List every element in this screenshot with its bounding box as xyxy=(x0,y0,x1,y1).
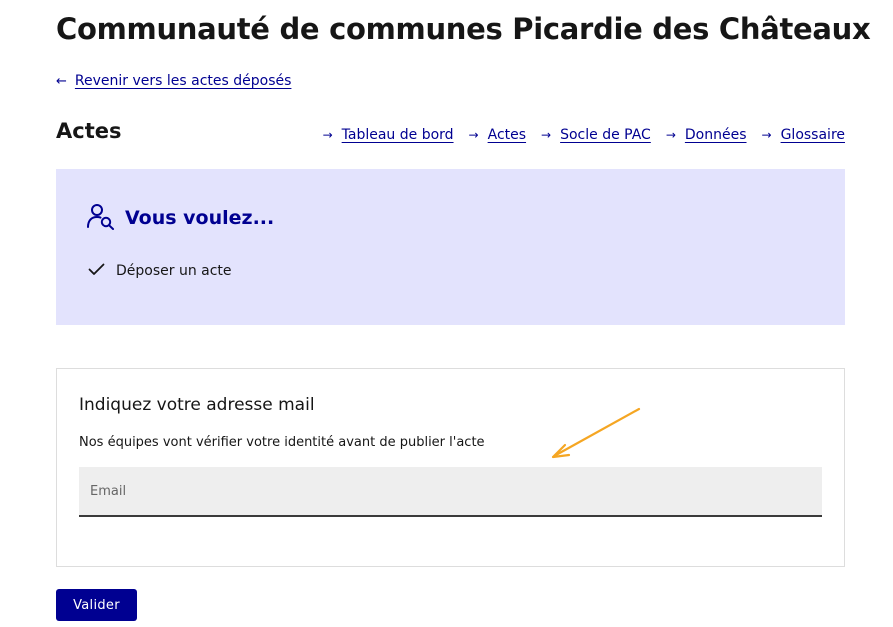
nav-link-label: Actes xyxy=(487,127,527,143)
nav-link-label: Socle de PAC xyxy=(560,127,651,143)
nav-link-actes[interactable]: → Actes xyxy=(469,127,527,143)
arrow-right-icon: → xyxy=(541,128,552,142)
back-link-label: Revenir vers les actes déposés xyxy=(74,73,292,89)
form-hint: Nos équipes vont vérifier votre identité… xyxy=(79,435,485,450)
callout-title: Vous voulez... xyxy=(125,207,275,229)
email-form-card: Indiquez votre adresse mail Nos équipes … xyxy=(56,368,845,567)
callout-item: Déposer un acte xyxy=(88,261,232,280)
page-title: Communauté de communes Picardie des Chât… xyxy=(56,12,871,46)
checkmark-icon xyxy=(88,261,105,280)
annotation-arrow-icon xyxy=(551,407,641,459)
back-link[interactable]: ← Revenir vers les actes déposés xyxy=(56,73,291,89)
nav-links: → Tableau de bord → Actes → Socle de PAC… xyxy=(323,127,845,143)
arrow-right-icon: → xyxy=(761,128,772,142)
intent-callout: Vous voulez... Déposer un acte xyxy=(56,169,845,325)
nav-link-tableau-de-bord[interactable]: → Tableau de bord xyxy=(323,127,454,143)
arrow-right-icon: → xyxy=(468,128,479,142)
arrow-left-icon: ← xyxy=(56,73,67,89)
arrow-right-icon: → xyxy=(665,128,676,142)
nav-link-label: Tableau de bord xyxy=(341,127,454,143)
section-title: Actes xyxy=(56,119,122,143)
nav-link-donnees[interactable]: → Données xyxy=(666,127,747,143)
nav-link-label: Glossaire xyxy=(780,127,845,143)
callout-header: Vous voulez... xyxy=(86,202,274,234)
arrow-right-icon: → xyxy=(322,128,333,142)
nav-link-glossaire[interactable]: → Glossaire xyxy=(762,127,845,143)
user-search-icon xyxy=(86,202,116,234)
nav-link-label: Données xyxy=(684,127,747,143)
callout-item-label: Déposer un acte xyxy=(116,262,232,279)
nav-link-socle-de-pac[interactable]: → Socle de PAC xyxy=(541,127,651,143)
form-title: Indiquez votre adresse mail xyxy=(79,395,315,415)
submit-button[interactable]: Valider xyxy=(56,589,137,621)
email-input[interactable] xyxy=(79,467,822,517)
